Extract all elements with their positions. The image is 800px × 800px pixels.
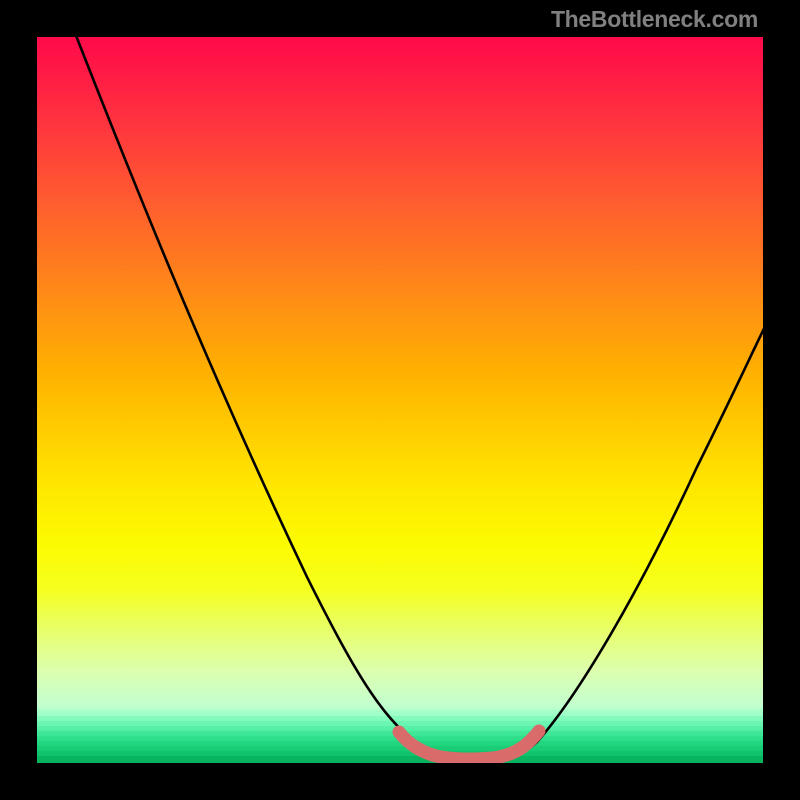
watermark-text: TheBottleneck.com bbox=[551, 6, 758, 33]
curve-overlay bbox=[37, 37, 763, 763]
bottleneck-curve bbox=[61, 37, 763, 757]
chart-frame: TheBottleneck.com bbox=[0, 0, 800, 800]
trough-highlight bbox=[399, 731, 539, 759]
plot-area bbox=[37, 37, 763, 763]
